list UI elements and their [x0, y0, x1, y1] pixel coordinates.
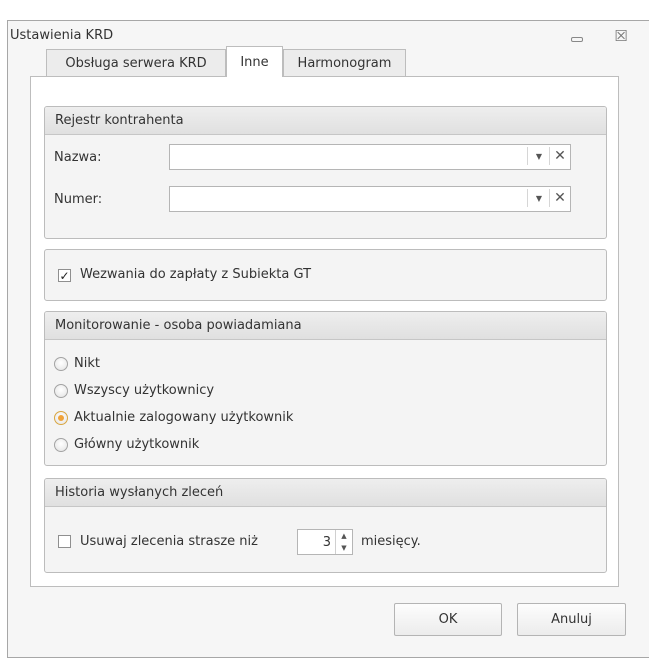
tab-obsluga-serwera[interactable]: Obsługa serwera KRD: [46, 49, 226, 76]
tab-panel-inne: Rejestr kontrahenta Nazwa: ▼ ✕ Numer: ▼ …: [30, 76, 619, 587]
radio-nikt[interactable]: [54, 357, 68, 371]
nazwa-label: Nazwa:: [54, 150, 102, 165]
radio-nikt-label[interactable]: Nikt: [74, 356, 100, 371]
historia-group: Historia wysłanych zleceń Usuwaj zleceni…: [44, 478, 607, 573]
group-header: Rejestr kontrahenta: [45, 107, 606, 135]
numer-clear-icon[interactable]: ✕: [550, 186, 570, 210]
tab-label: Obsługa serwera KRD: [65, 55, 207, 71]
tab-harmonogram[interactable]: Harmonogram: [283, 49, 406, 76]
radio-wszyscy-label[interactable]: Wszyscy użytkownicy: [74, 383, 214, 398]
wezwania-label[interactable]: Wezwania do zapłaty z Subiekta GT: [80, 267, 311, 282]
radio-glowny-label[interactable]: Główny użytkownik: [74, 437, 199, 452]
usuwaj-label[interactable]: Usuwaj zlecenia strasze niż: [80, 534, 258, 549]
numer-combobox-buttons: ▼ ✕: [169, 186, 571, 212]
nazwa-dropdown-icon[interactable]: ▼: [529, 144, 549, 168]
wezwania-group: ✓ Wezwania do zapłaty z Subiekta GT: [44, 249, 607, 301]
close-icon: ☒: [614, 27, 628, 45]
spinner-buttons: ▲ ▼: [335, 530, 352, 554]
radio-aktualnie-label[interactable]: Aktualnie zalogowany użytkownik: [74, 410, 293, 425]
tab-label: Harmonogram: [297, 55, 392, 71]
months-value[interactable]: 3: [298, 530, 335, 554]
separator: [527, 147, 528, 165]
group-header: Historia wysłanych zleceń: [45, 479, 606, 507]
minimize-button[interactable]: [568, 27, 586, 45]
numer-dropdown-icon[interactable]: ▼: [529, 186, 549, 210]
months-spinner[interactable]: 3 ▲ ▼: [297, 529, 353, 555]
window-title: Ustawienia KRD: [10, 28, 114, 43]
radio-glowny-uzytkownik[interactable]: [54, 438, 68, 452]
minimize-icon: [571, 36, 583, 42]
wezwania-checkbox[interactable]: ✓: [58, 269, 71, 282]
tab-inne[interactable]: Inne: [226, 46, 283, 77]
close-button[interactable]: ☒: [612, 27, 630, 45]
radio-wszyscy-uzytkownicy[interactable]: [54, 384, 68, 398]
group-header: Monitorowanie - osoba powiadamiana: [45, 312, 606, 340]
title-bar[interactable]: Ustawienia KRD ☒: [8, 21, 649, 51]
nazwa-clear-icon[interactable]: ✕: [550, 144, 570, 168]
usuwaj-checkbox[interactable]: [58, 535, 71, 548]
nazwa-combobox-buttons: ▼ ✕: [169, 144, 571, 170]
spin-up-icon[interactable]: ▲: [336, 530, 352, 542]
rejestr-kontrahenta-group: Rejestr kontrahenta Nazwa: ▼ ✕ Numer: ▼ …: [44, 106, 607, 239]
radio-aktualnie-zalogowany[interactable]: [54, 411, 68, 425]
months-suffix-label: miesięcy.: [361, 534, 421, 549]
monitorowanie-group: Monitorowanie - osoba powiadamiana Nikt …: [44, 311, 607, 466]
checkmark-icon: ✓: [59, 268, 70, 283]
separator: [527, 189, 528, 207]
spin-down-icon[interactable]: ▼: [336, 542, 352, 554]
cancel-button[interactable]: Anuluj: [517, 603, 626, 636]
numer-label: Numer:: [54, 192, 103, 207]
tab-label: Inne: [240, 54, 269, 70]
ok-button[interactable]: OK: [394, 603, 502, 636]
